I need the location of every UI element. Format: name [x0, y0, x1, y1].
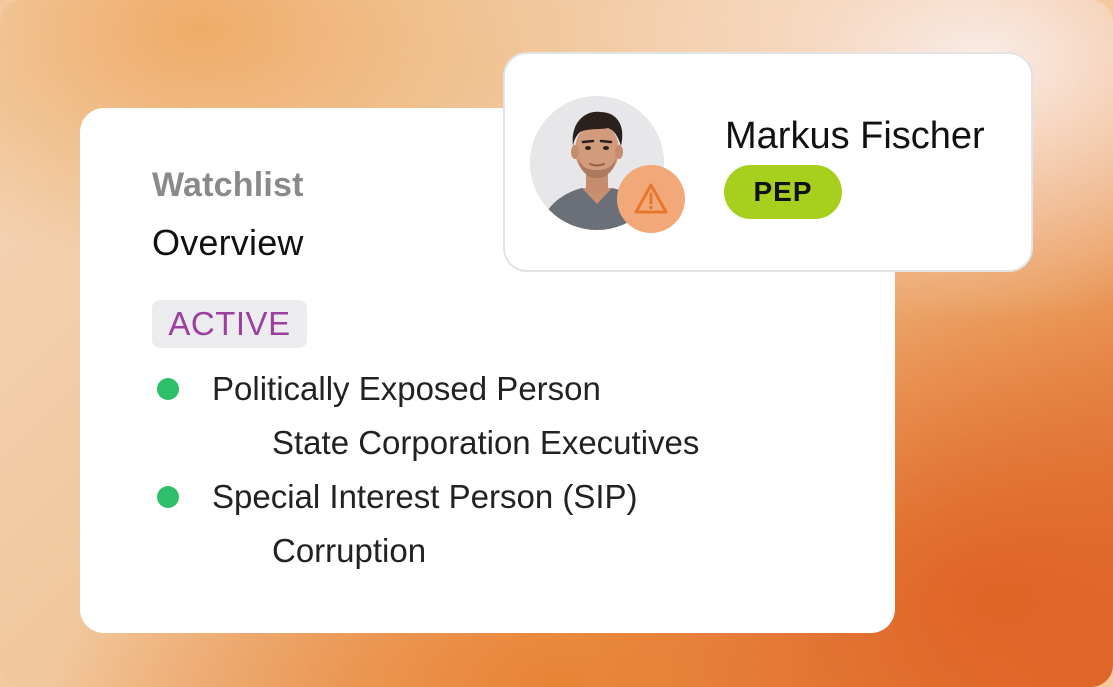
- list-item-subtitle: State Corporation Executives: [272, 424, 700, 461]
- status-dot: [157, 378, 179, 400]
- pep-badge: PEP: [724, 165, 842, 219]
- status-dot: [157, 486, 179, 508]
- list-item-title: Special Interest Person (SIP): [212, 478, 638, 515]
- warning-triangle-icon: [634, 183, 668, 214]
- list-item-title: Politically Exposed Person: [212, 370, 601, 407]
- alert-badge: [617, 165, 685, 233]
- status-badge: ACTIVE: [152, 300, 307, 348]
- watchlist-eyebrow: Watchlist: [152, 166, 304, 204]
- list-item-subtitle: Corruption: [272, 532, 427, 569]
- profile-name: Markus Fischer: [725, 115, 985, 157]
- watchlist-title: Overview: [152, 222, 304, 263]
